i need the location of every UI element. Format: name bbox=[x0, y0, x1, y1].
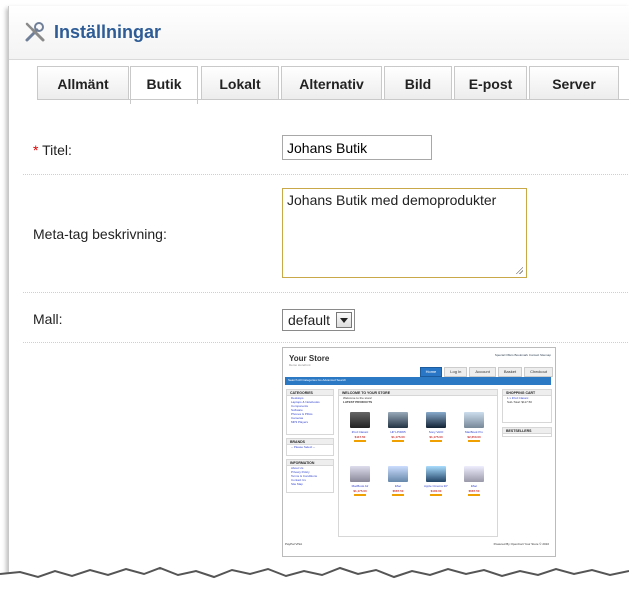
tools-icon bbox=[25, 22, 45, 42]
tab-lokalt[interactable]: Lokalt bbox=[201, 66, 279, 100]
preview-nav: Home Log In Account Basket Checkout bbox=[419, 367, 553, 377]
page-header: Inställningar bbox=[9, 6, 629, 60]
preview-logo: Your Store Demo storefront bbox=[289, 354, 330, 367]
preview-cart: SHOPPING CART 1 x iPod Classic Sub-Total… bbox=[502, 389, 552, 423]
meta-description-textarea[interactable]: Johans Butik med demoprodukter bbox=[282, 188, 527, 278]
tab-divider bbox=[37, 99, 629, 100]
meta-description-value: Johans Butik med demoprodukter bbox=[287, 192, 497, 208]
tab-bild[interactable]: Bild bbox=[384, 66, 452, 100]
preview-search-bar: Search All Categories Go Advanced Search bbox=[285, 377, 551, 385]
tab-allmant[interactable]: Allmänt bbox=[37, 66, 129, 100]
preview-bestsellers: BESTSELLERS bbox=[502, 427, 552, 437]
title-label-text: Titel: bbox=[42, 142, 72, 158]
template-select[interactable]: default bbox=[282, 309, 355, 331]
torn-edge bbox=[0, 566, 629, 593]
preview-brands: BRANDS -- Please Select -- bbox=[286, 438, 334, 456]
page-title: Inställningar bbox=[54, 22, 162, 42]
preview-product: HP LP3065 $1,175.00 bbox=[383, 412, 413, 450]
preview-product: iMac $587.50 bbox=[459, 466, 489, 504]
title-label: * Titel: bbox=[33, 142, 72, 158]
preview-product: MacBook Pro $2,350.00 bbox=[459, 412, 489, 450]
preview-product: MacBook Air $1,175.00 bbox=[345, 466, 375, 504]
chevron-down-icon[interactable] bbox=[336, 312, 352, 328]
settings-window: Inställningar Allmänt Butik Lokalt Alter… bbox=[8, 6, 629, 584]
preview-top-links: Special Offers Bookmark Contact Sitemap bbox=[494, 353, 551, 357]
preview-footer: PayPal VISA Powered By OpenCart Your Sto… bbox=[285, 542, 549, 546]
tab-alternativ[interactable]: Alternativ bbox=[281, 66, 382, 100]
preview-product: Sony VAIO $1,175.00 bbox=[421, 412, 451, 450]
template-label: Mall: bbox=[33, 311, 63, 327]
tab-server[interactable]: Server bbox=[529, 66, 619, 100]
preview-product: iMac $587.50 bbox=[383, 466, 413, 504]
meta-description-row: Meta-tag beskrivning: Johans Butik med d… bbox=[23, 174, 629, 293]
preview-information: INFORMATION About Us Privacy Policy Term… bbox=[286, 459, 334, 493]
required-mark: * bbox=[33, 142, 39, 158]
preview-product: iPod Classic $117.50 bbox=[345, 412, 375, 450]
template-preview-image: Your Store Demo storefront Special Offer… bbox=[282, 347, 556, 557]
tab-e-post[interactable]: E-post bbox=[454, 66, 527, 100]
title-input[interactable] bbox=[282, 135, 432, 160]
title-row: * Titel: bbox=[23, 104, 629, 175]
resize-grip[interactable] bbox=[515, 266, 523, 274]
template-select-value: default bbox=[288, 312, 331, 328]
meta-description-label: Meta-tag beskrivning: bbox=[33, 226, 167, 242]
preview-main: WELCOME TO YOUR STORE Welcome to the sto… bbox=[338, 389, 498, 537]
preview-product: Apple Cinema 30" $100.00 bbox=[421, 466, 451, 504]
store-settings-form: * Titel: Meta-tag beskrivning: Johans Bu… bbox=[23, 104, 629, 584]
template-row: Mall: default bbox=[23, 292, 629, 343]
preview-categories: CATEGORIES Desktops Laptops & Notebooks … bbox=[286, 389, 334, 435]
